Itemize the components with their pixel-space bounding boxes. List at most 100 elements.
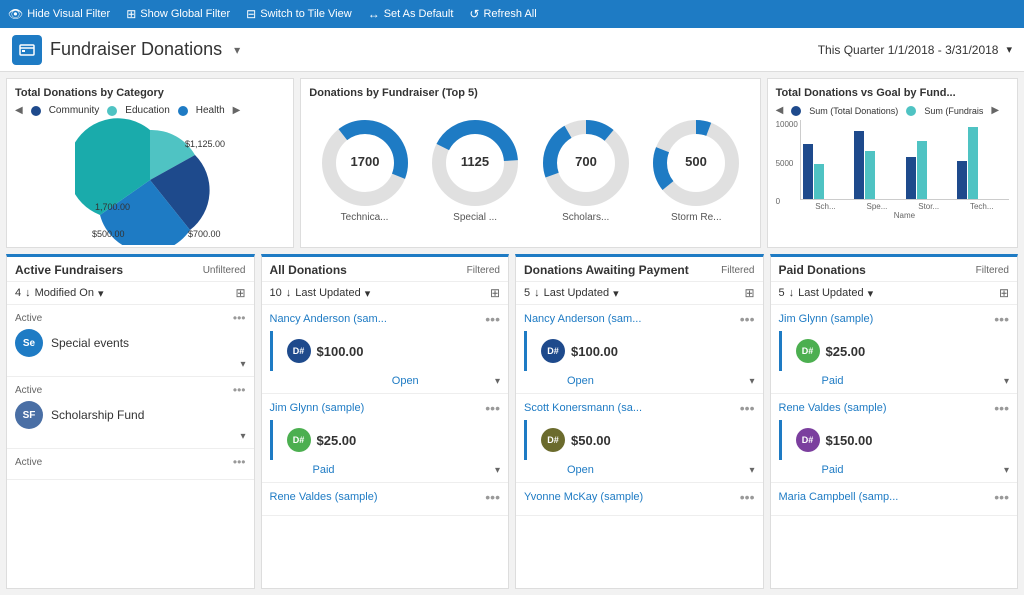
legend-community-dot [31, 106, 41, 116]
chart1-next-arrow[interactable]: ▶ [233, 105, 241, 116]
donation-status-1[interactable]: Open [392, 375, 419, 387]
app-icon [12, 35, 42, 65]
paid-person-2[interactable]: Rene Valdes (sample) [779, 402, 887, 414]
title-chevron-icon[interactable]: ▾ [234, 43, 240, 57]
all-donations-options-icon[interactable]: ⊞ [490, 286, 500, 300]
refresh-all-button[interactable]: ↺ Refresh All [469, 7, 536, 21]
paid-donations-header: Paid Donations Filtered [771, 257, 1018, 282]
awaiting-person-3[interactable]: Yvonne McKay (sample) [524, 491, 643, 503]
awaiting-amount-2: $50.00 [571, 433, 611, 448]
filter-icon: ⊞ [126, 7, 136, 21]
main-content: Total Donations by Category ◀ Community … [0, 72, 1024, 595]
paid-dots-1[interactable]: ••• [994, 311, 1009, 327]
chart1-prev-arrow[interactable]: ◀ [15, 105, 23, 116]
awaiting-status-row-2: Open ▾ [524, 464, 755, 476]
paid-donations-filter-row: 5 ↓ Last Updated ▾ ⊞ [771, 282, 1018, 305]
fundraiser-dots-1[interactable]: ••• [233, 311, 246, 325]
donation-status-2[interactable]: Paid [313, 464, 335, 476]
donation-status-chevron-2[interactable]: ▾ [495, 465, 500, 476]
paid-status-1[interactable]: Paid [822, 375, 844, 387]
fundraiser-chevron-1[interactable]: ▾ [15, 359, 246, 370]
donation-body-1: D# $100.00 [270, 331, 501, 371]
donation-item-header-2: Jim Glynn (sample) ••• [270, 400, 501, 416]
donation-dots-3[interactable]: ••• [485, 489, 500, 505]
awaiting-person-1[interactable]: Nancy Anderson (sam... [524, 313, 641, 325]
awaiting-payment-title: Donations Awaiting Payment [524, 263, 689, 277]
chart-total-vs-goal: Total Donations vs Goal by Fund... ◀ Sum… [767, 78, 1018, 248]
paid-dots-2[interactable]: ••• [994, 400, 1009, 416]
all-donations-sort[interactable]: 10 ↓ Last Updated ▾ [270, 287, 371, 300]
awaiting-status-1[interactable]: Open [567, 375, 594, 387]
awaiting-status-chevron-1[interactable]: ▾ [749, 376, 754, 387]
paid-options-icon[interactable]: ⊞ [999, 286, 1009, 300]
awaiting-dots-2[interactable]: ••• [740, 400, 755, 416]
fundraiser-body-2: SF Scholarship Fund [15, 401, 246, 429]
awaiting-status-2[interactable]: Open [567, 464, 594, 476]
fundraiser-status-1: Active [15, 313, 42, 324]
bar-label-tech: Tech... [970, 202, 994, 211]
svg-text:500: 500 [685, 154, 707, 169]
fundraiser-item-header-2: Active ••• [15, 383, 246, 397]
awaiting-payment-sort[interactable]: 5 ↓ Last Updated ▾ [524, 287, 619, 300]
paid-person-3[interactable]: Maria Campbell (samp... [779, 491, 899, 503]
active-fundraisers-options-icon[interactable]: ⊞ [235, 286, 245, 300]
awaiting-options-icon[interactable]: ⊞ [744, 286, 754, 300]
paid-donations-sort[interactable]: 5 ↓ Last Updated ▾ [779, 287, 874, 300]
all-donations-sort-chevron: ▾ [365, 287, 371, 300]
all-donations-sort-count: 10 [270, 287, 282, 299]
donation-status-chevron-1[interactable]: ▾ [495, 376, 500, 387]
bar-spe-v2 [865, 151, 875, 199]
awaiting-status-row-1: Open ▾ [524, 375, 755, 387]
active-fundraisers-sort[interactable]: 4 ↓ Modified On ▾ [15, 287, 103, 300]
paid-status-2[interactable]: Paid [822, 464, 844, 476]
chart3-prev-arrow[interactable]: ◀ [776, 105, 784, 116]
paid-body-1: D# $25.00 [779, 331, 1010, 371]
donation-person-3[interactable]: Rene Valdes (sample) [270, 491, 378, 503]
donut-scholars: 700 Scholars... [541, 118, 631, 223]
paid-status-chevron-1[interactable]: ▾ [1004, 376, 1009, 387]
donation-item-header-3: Rene Valdes (sample) ••• [270, 489, 501, 505]
awaiting-divider-1 [524, 331, 527, 371]
chart3-next-arrow[interactable]: ▶ [991, 105, 999, 116]
all-donations-sort-icon: ↓ [286, 287, 292, 299]
fundraiser-chevron-2[interactable]: ▾ [15, 431, 246, 442]
donation-dots-1[interactable]: ••• [485, 311, 500, 327]
paid-dots-3[interactable]: ••• [994, 489, 1009, 505]
show-global-filter-button[interactable]: ⊞ Show Global Filter [126, 7, 230, 21]
bar-tech-v1 [957, 161, 967, 199]
list-item: Active ••• SF Scholarship Fund ▾ [7, 377, 254, 449]
switch-view-button[interactable]: ⊟ Switch to Tile View [246, 7, 352, 21]
list-item: Active ••• [7, 449, 254, 480]
donut-technica-label: Technica... [341, 212, 389, 223]
fundraiser-dots-3[interactable]: ••• [233, 455, 246, 469]
awaiting-divider-2 [524, 420, 527, 460]
all-donations-sort-field: Last Updated [295, 287, 360, 299]
awaiting-item-header-3: Yvonne McKay (sample) ••• [524, 489, 755, 505]
donation-person-1[interactable]: Nancy Anderson (sam... [270, 313, 387, 325]
active-fundraisers-badge: Unfiltered [203, 265, 246, 276]
paid-divider-1 [779, 331, 782, 371]
paid-sort-icon: ↓ [789, 287, 795, 299]
awaiting-dots-1[interactable]: ••• [740, 311, 755, 327]
set-default-button[interactable]: ↔ Set As Default [368, 7, 454, 21]
donation-body-2: D# $25.00 [270, 420, 501, 460]
paid-person-1[interactable]: Jim Glynn (sample) [779, 313, 874, 325]
donation-avatar-2: D# [287, 428, 311, 452]
donation-person-2[interactable]: Jim Glynn (sample) [270, 402, 365, 414]
awaiting-dots-3[interactable]: ••• [740, 489, 755, 505]
donuts-container: 1700 Technica... 1125 Special ... [309, 105, 751, 235]
date-range-chevron-icon[interactable]: ▾ [1006, 43, 1012, 56]
donation-dots-2[interactable]: ••• [485, 400, 500, 416]
awaiting-item-header-1: Nancy Anderson (sam... ••• [524, 311, 755, 327]
list-item: Maria Campbell (samp... ••• [771, 483, 1018, 516]
awaiting-person-2[interactable]: Scott Konersmann (sa... [524, 402, 642, 414]
bar-sch-v2 [814, 164, 824, 199]
active-fundraisers-title: Active Fundraisers [15, 263, 123, 277]
chart1-title: Total Donations by Category [15, 87, 285, 99]
hide-visual-filter-button[interactable]: 👁 Hide Visual Filter [8, 7, 110, 21]
donation-amount-1: $100.00 [317, 344, 364, 359]
active-fundraisers-filter-row: 4 ↓ Modified On ▾ ⊞ [7, 282, 254, 305]
paid-status-chevron-2[interactable]: ▾ [1004, 465, 1009, 476]
fundraiser-dots-2[interactable]: ••• [233, 383, 246, 397]
awaiting-status-chevron-2[interactable]: ▾ [749, 465, 754, 476]
